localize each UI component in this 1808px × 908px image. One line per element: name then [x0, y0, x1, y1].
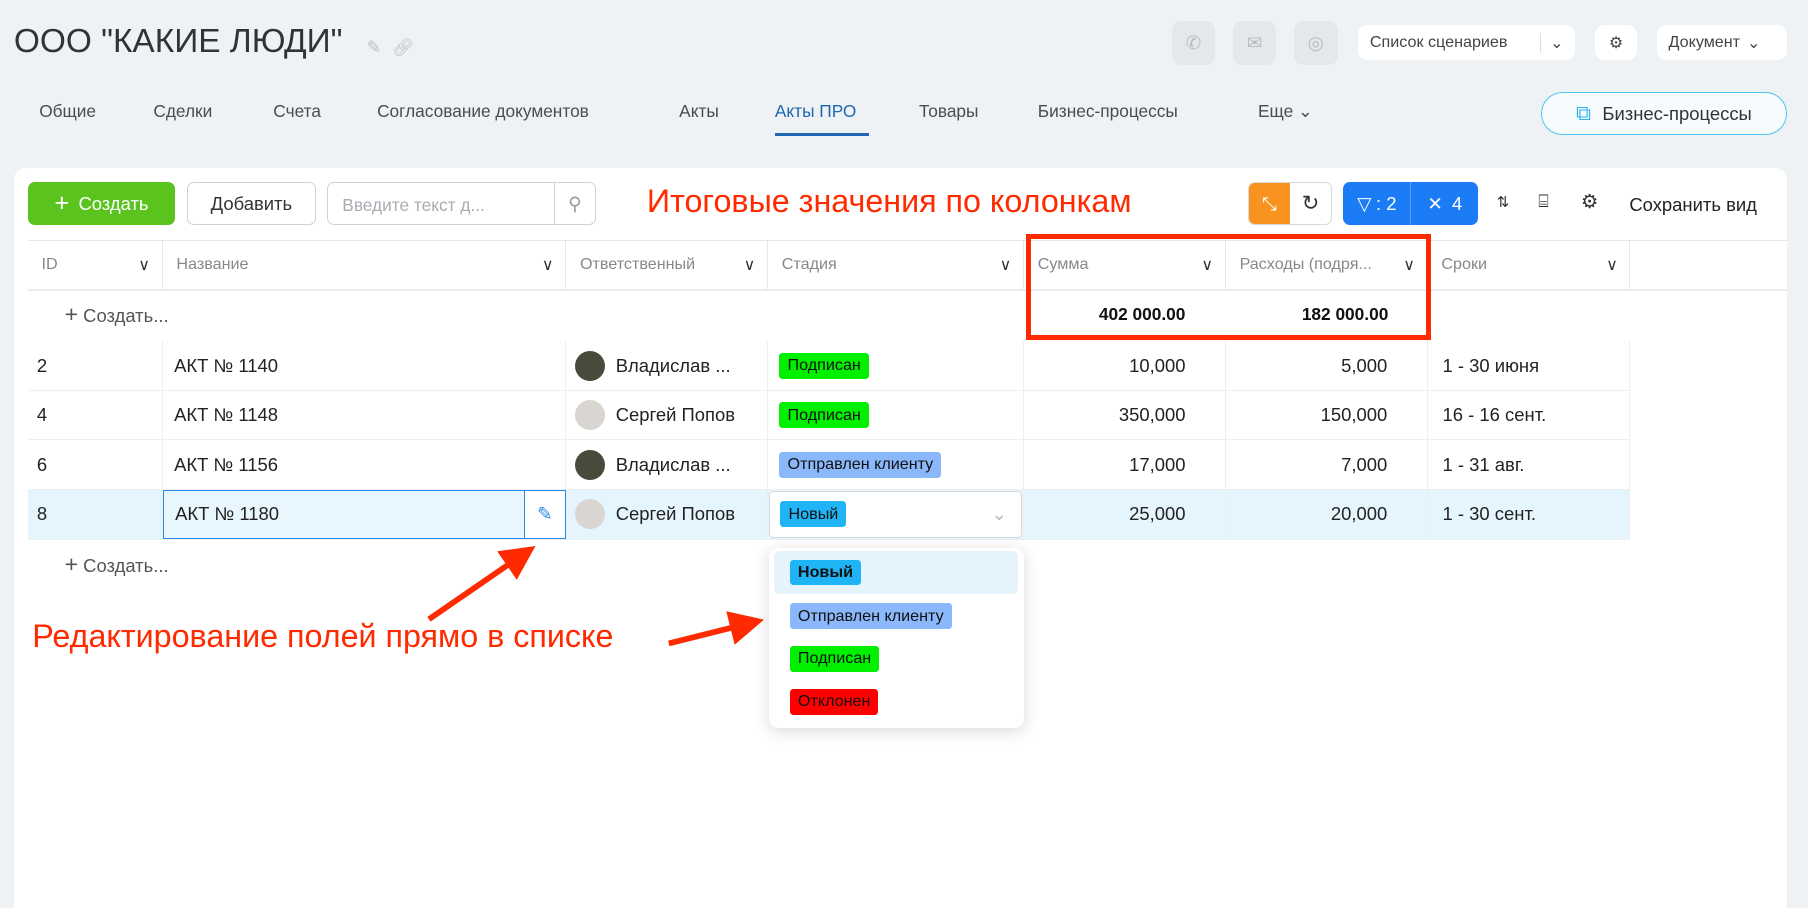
- arrow-to-edit-field: [427, 545, 536, 622]
- annotation-arrows: [427, 545, 764, 647]
- arrow-to-dropdown: [668, 611, 764, 647]
